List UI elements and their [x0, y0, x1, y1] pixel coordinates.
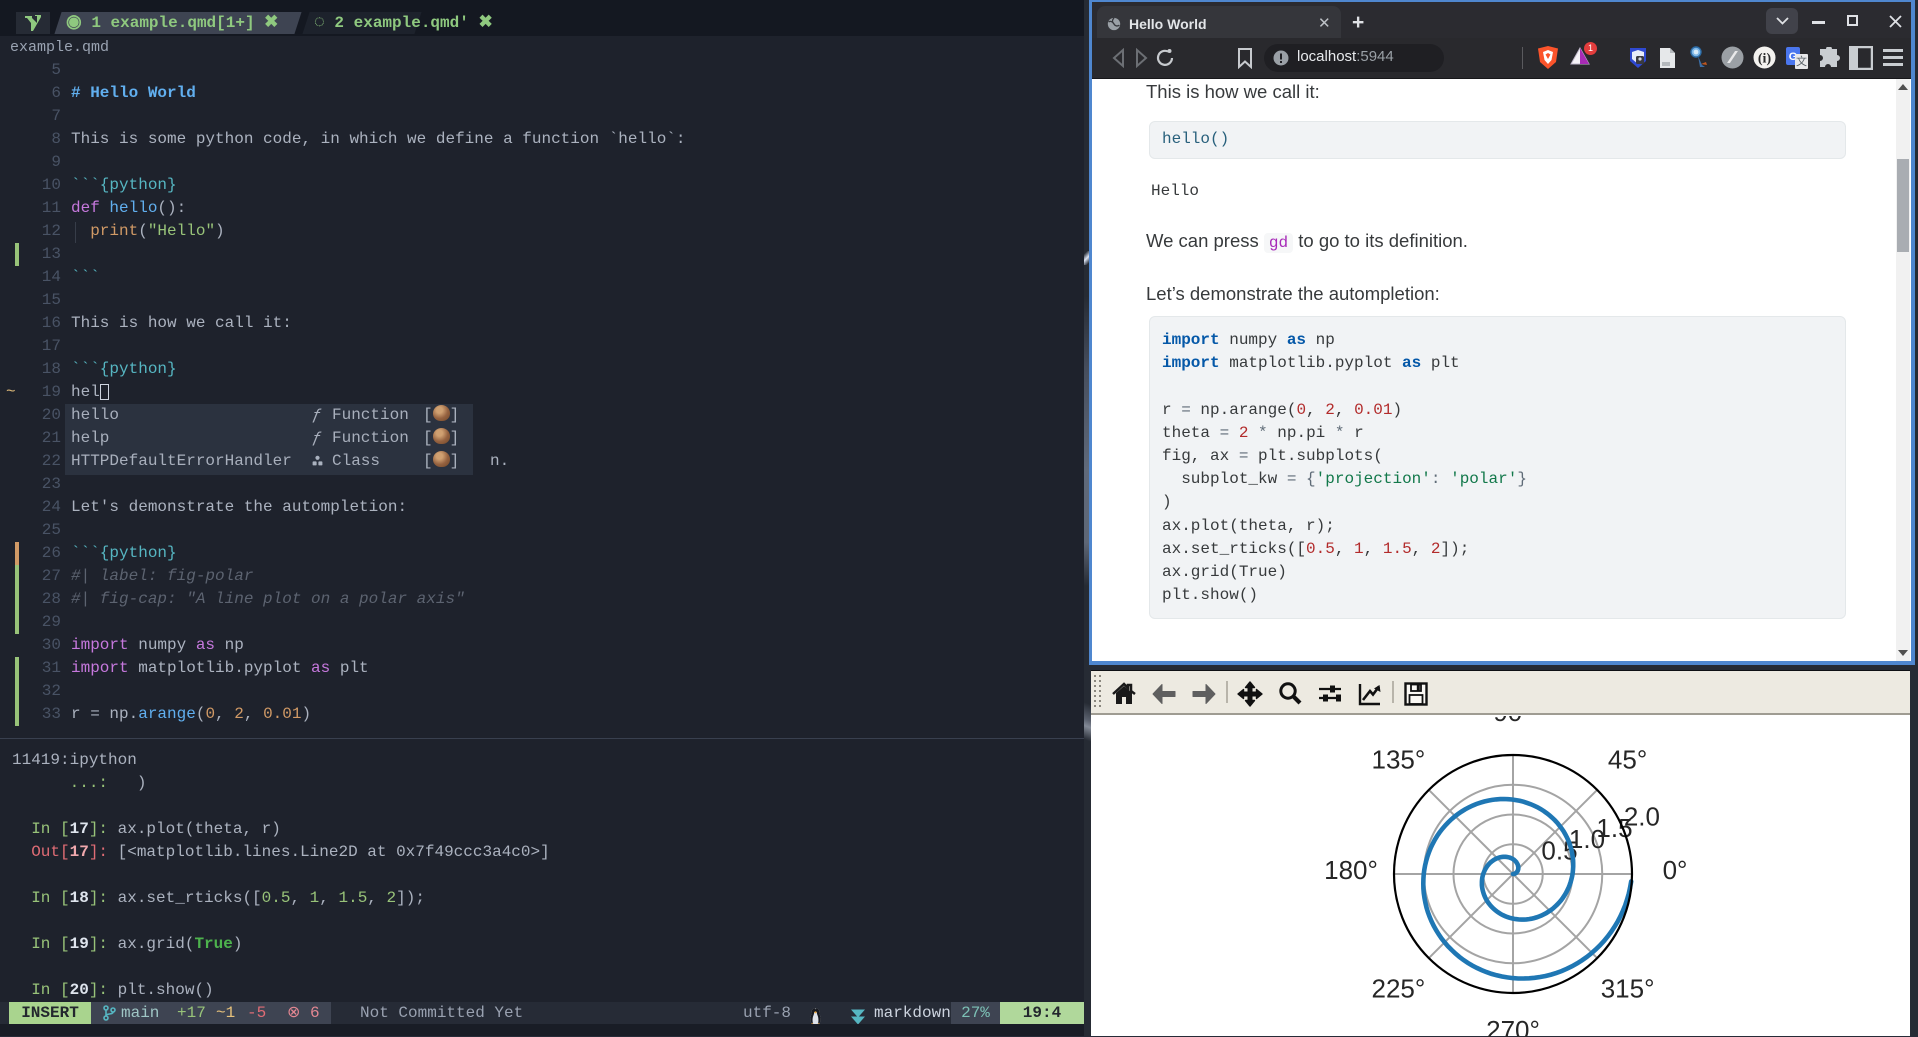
- svg-text:45°: 45°: [1608, 744, 1647, 774]
- svg-text:270°: 270°: [1486, 1015, 1540, 1037]
- svg-text:315°: 315°: [1601, 974, 1655, 1004]
- svg-text:180°: 180°: [1324, 855, 1378, 885]
- svg-text:225°: 225°: [1372, 974, 1426, 1004]
- svg-text:文: 文: [1796, 54, 1807, 68]
- svg-text:135°: 135°: [1372, 744, 1426, 774]
- svg-text:90°: 90°: [1493, 716, 1532, 727]
- svg-text:0°: 0°: [1663, 855, 1688, 885]
- svg-text:2.0: 2.0: [1624, 802, 1660, 832]
- svg-text:(i): (i): [1758, 52, 1772, 67]
